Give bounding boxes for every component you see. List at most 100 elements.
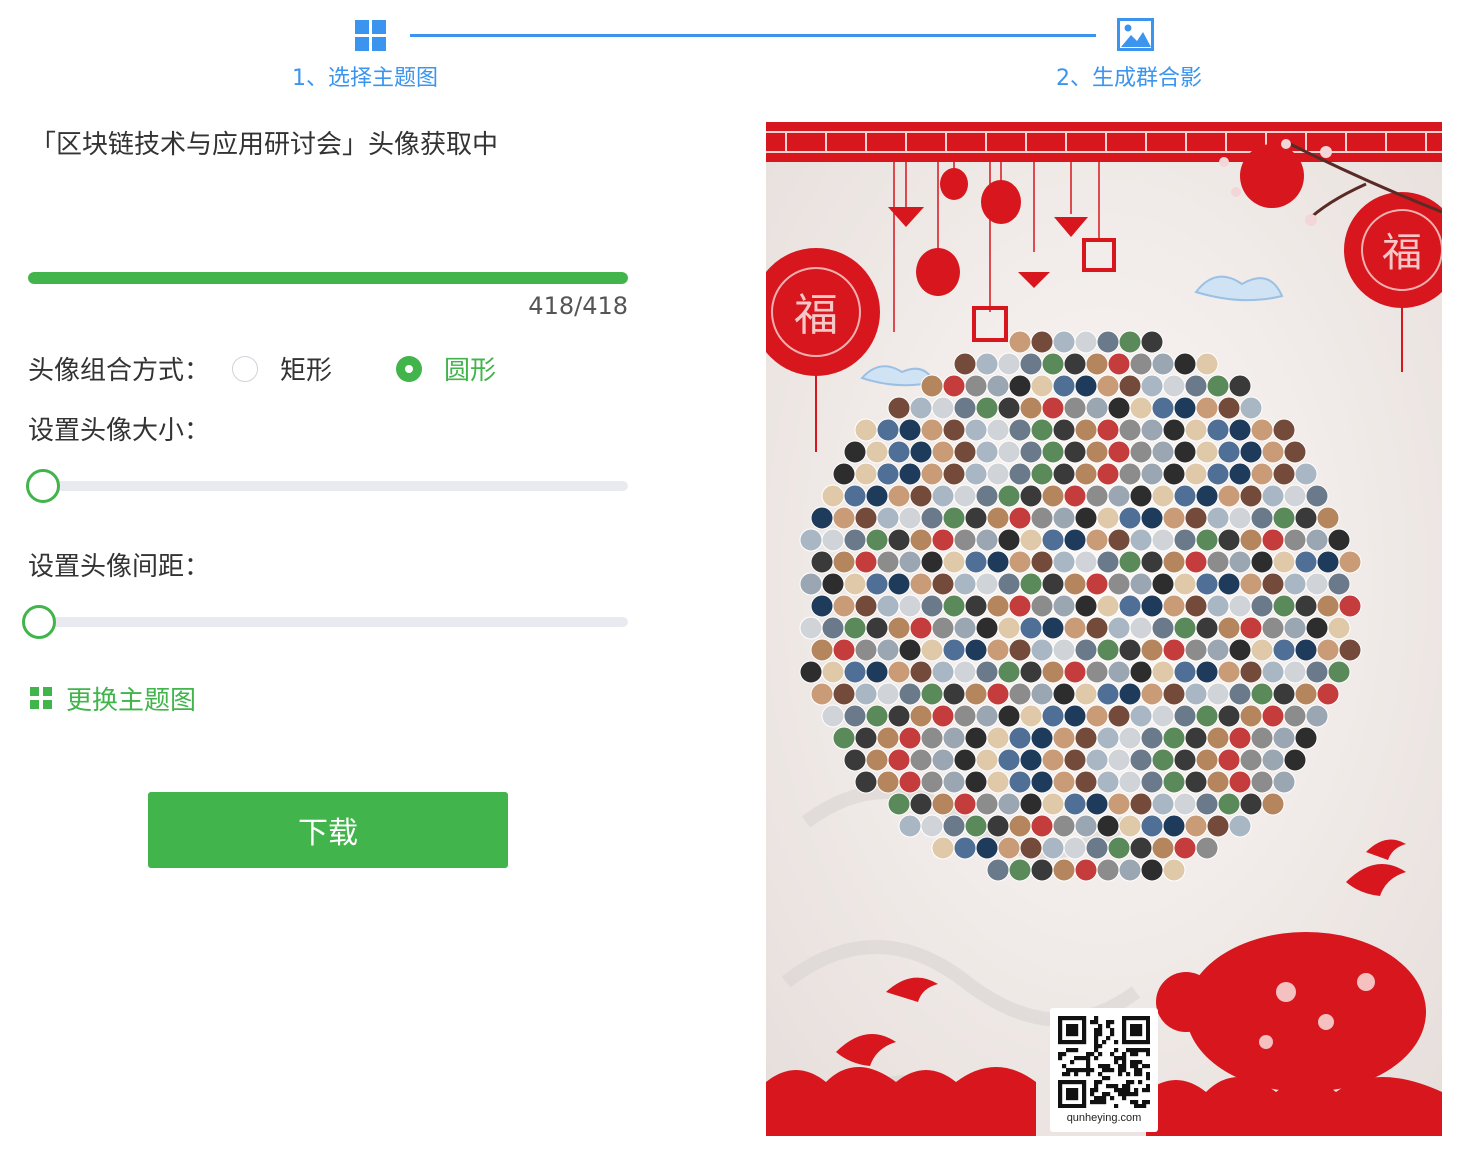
- avatar-thumbnail: [1195, 704, 1219, 728]
- avatar-thumbnail: [1217, 572, 1241, 596]
- avatar-thumbnail: [1195, 792, 1219, 816]
- avatar-thumbnail: [1052, 682, 1076, 706]
- avatar-thumbnail: [1173, 748, 1197, 772]
- avatar-thumbnail: [1283, 440, 1307, 464]
- avatar-thumbnail: [1074, 374, 1098, 398]
- grid-icon[interactable]: [30, 687, 52, 709]
- avatar-thumbnail: [1239, 528, 1263, 552]
- avatar-thumbnail: [1250, 726, 1274, 750]
- avatar-thumbnail: [986, 506, 1010, 530]
- avatar-thumbnail: [1096, 418, 1120, 442]
- avatar-thumbnail: [931, 792, 955, 816]
- avatar-thumbnail: [1085, 704, 1109, 728]
- avatar-thumbnail: [1107, 484, 1131, 508]
- avatar-thumbnail: [1283, 572, 1307, 596]
- avatar-thumbnail: [997, 792, 1021, 816]
- avatar-thumbnail: [898, 550, 922, 574]
- avatar-thumbnail: [1184, 814, 1208, 838]
- avatar-thumbnail: [1261, 792, 1285, 816]
- progress-bar: [28, 272, 628, 284]
- avatar-thumbnail: [1041, 484, 1065, 508]
- avatar-thumbnail: [1008, 770, 1032, 794]
- avatar-size-slider[interactable]: [28, 481, 628, 491]
- avatar-thumbnail: [1085, 748, 1109, 772]
- step-1-label[interactable]: 1、选择主题图: [292, 60, 438, 92]
- avatar-thumbnail: [1118, 594, 1142, 618]
- avatar-thumbnail: [1184, 418, 1208, 442]
- avatar-thumbnail: [920, 770, 944, 794]
- avatar-thumbnail: [997, 748, 1021, 772]
- avatar-thumbnail: [1162, 726, 1186, 750]
- avatar-thumbnail: [1239, 704, 1263, 728]
- avatar-thumbnail: [997, 572, 1021, 596]
- avatar-thumbnail: [1283, 704, 1307, 728]
- avatar-thumbnail: [865, 660, 889, 684]
- avatar-thumbnail: [1118, 638, 1142, 662]
- avatar-thumbnail: [1173, 352, 1197, 376]
- change-theme-label[interactable]: 更换主题图: [66, 680, 196, 717]
- avatar-thumbnail: [1173, 660, 1197, 684]
- avatar-thumbnail: [1294, 638, 1318, 662]
- avatar-thumbnail: [876, 726, 900, 750]
- avatar-thumbnail: [1030, 374, 1054, 398]
- avatar-thumbnail: [898, 814, 922, 838]
- avatar-thumbnail: [1162, 462, 1186, 486]
- avatar-thumbnail: [1063, 748, 1087, 772]
- avatar-spacing-slider-knob[interactable]: [22, 605, 56, 639]
- avatar-thumbnail: [1173, 836, 1197, 860]
- avatar-thumbnail: [1239, 484, 1263, 508]
- avatar-thumbnail: [887, 572, 911, 596]
- avatar-thumbnail: [975, 528, 999, 552]
- avatar-thumbnail: [964, 506, 988, 530]
- avatar-thumbnail: [964, 462, 988, 486]
- avatar-thumbnail: [1217, 792, 1241, 816]
- avatar-thumbnail: [1140, 418, 1164, 442]
- avatar-thumbnail: [975, 748, 999, 772]
- avatar-thumbnail: [1063, 572, 1087, 596]
- avatar-thumbnail: [1294, 550, 1318, 574]
- avatar-thumbnail: [1118, 462, 1142, 486]
- radio-rectangle-label[interactable]: 矩形: [280, 350, 332, 387]
- radio-circle-label[interactable]: 圆形: [444, 350, 496, 387]
- avatar-thumbnail: [1195, 440, 1219, 464]
- avatar-thumbnail: [821, 572, 845, 596]
- radio-dot[interactable]: [396, 356, 422, 382]
- avatar-thumbnail: [1063, 440, 1087, 464]
- avatar-size-slider-knob[interactable]: [26, 469, 60, 503]
- avatar-thumbnail: [821, 616, 845, 640]
- avatar-thumbnail: [1030, 330, 1054, 354]
- radio-rectangle[interactable]: 矩形: [232, 354, 352, 386]
- avatar-thumbnail: [1217, 616, 1241, 640]
- qr-code-icon: [1058, 1016, 1150, 1108]
- avatar-thumbnail: [920, 506, 944, 530]
- avatar-thumbnail: [953, 440, 977, 464]
- avatar-size-label: 设置头像大小：: [28, 416, 211, 446]
- poster-preview: 福 福 qunheying.com: [766, 122, 1442, 1136]
- avatar-thumbnail: [986, 682, 1010, 706]
- status-title: 「区块链技术与应用研讨会」头像获取中: [30, 130, 499, 160]
- radio-dot[interactable]: [232, 356, 258, 382]
- avatar-thumbnail: [986, 858, 1010, 882]
- avatar-thumbnail: [953, 660, 977, 684]
- avatar-thumbnail: [931, 660, 955, 684]
- avatar-thumbnail: [909, 440, 933, 464]
- avatar-thumbnail: [1338, 550, 1362, 574]
- avatar-thumbnail: [898, 770, 922, 794]
- avatar-thumbnail: [1184, 374, 1208, 398]
- avatar-thumbnail: [1019, 704, 1043, 728]
- avatar-thumbnail: [843, 616, 867, 640]
- avatar-thumbnail: [1173, 484, 1197, 508]
- avatar-thumbnail: [1096, 330, 1120, 354]
- download-button[interactable]: 下载: [148, 792, 508, 868]
- avatar-thumbnail: [1008, 330, 1032, 354]
- avatar-thumbnail: [964, 418, 988, 442]
- avatar-thumbnail: [1030, 550, 1054, 574]
- avatar-thumbnail: [1272, 726, 1296, 750]
- radio-circle[interactable]: 圆形: [396, 354, 536, 386]
- avatar-thumbnail: [1129, 616, 1153, 640]
- avatar-spacing-slider[interactable]: [28, 617, 628, 627]
- avatar-thumbnail: [1261, 748, 1285, 772]
- avatar-thumbnail: [1239, 792, 1263, 816]
- avatar-thumbnail: [1008, 638, 1032, 662]
- step-2-label[interactable]: 2、生成群合影: [1056, 60, 1202, 92]
